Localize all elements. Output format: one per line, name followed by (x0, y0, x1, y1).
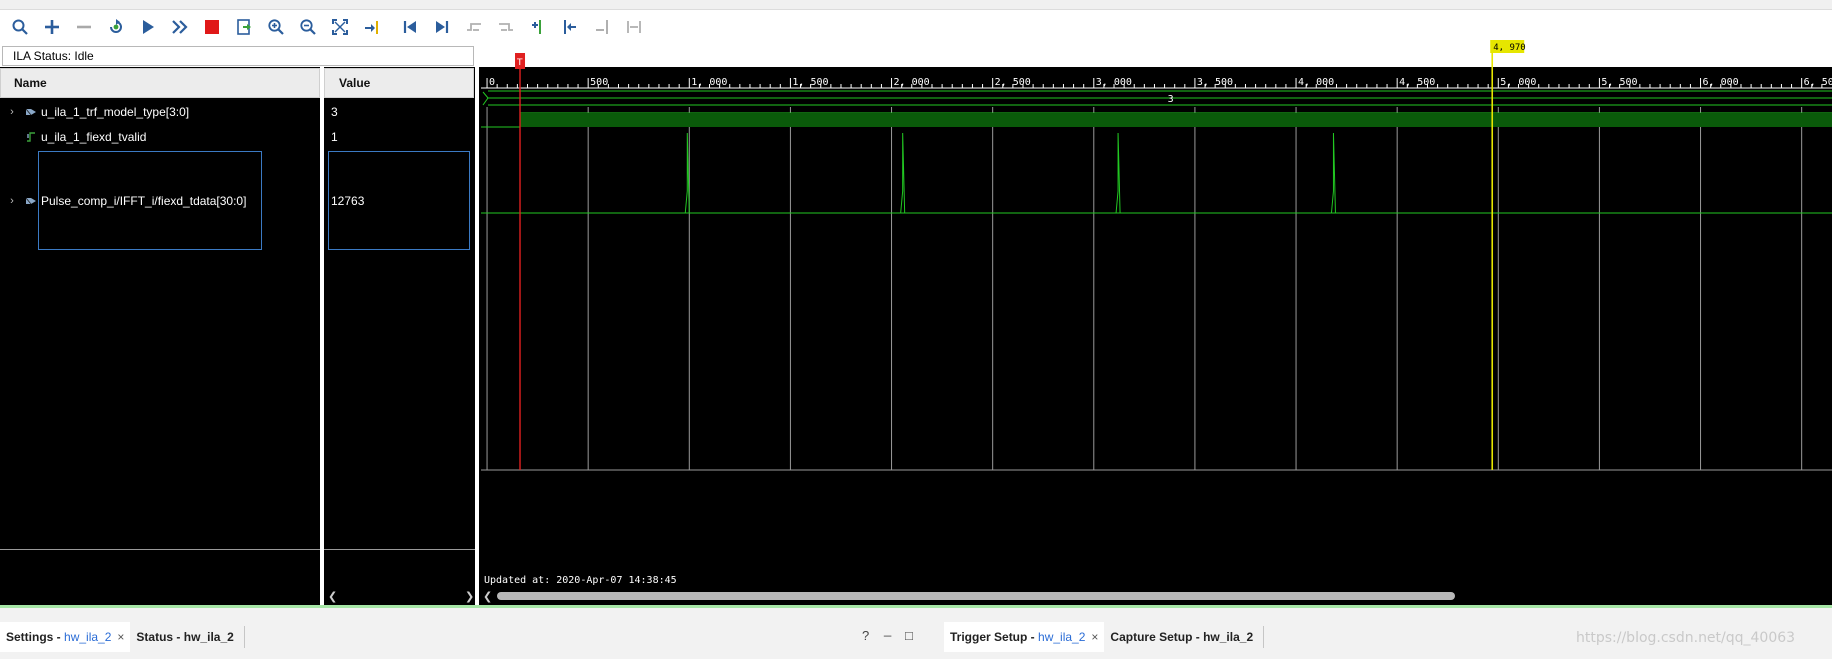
chevron-right-icon[interactable]: ❯ (465, 590, 474, 604)
previous-marker-icon[interactable] (554, 13, 586, 41)
tab-status[interactable]: Status - hw_ila_2 (130, 622, 239, 652)
ila-status: ILA Status: Idle (2, 46, 474, 66)
cursor-label: 4, 970 (1493, 43, 1526, 53)
close-icon[interactable]: × (1091, 622, 1098, 652)
left-tab-bar: Settings - hw_ila_2 × Status - hw_ila_2 (0, 622, 249, 652)
signal-row-fiexd-tvalid[interactable]: u_ila_1_fiexd_tvalid (0, 126, 146, 148)
watermark: https://blog.csdn.net/qq_40063 (1576, 630, 1796, 646)
stop-trigger-icon[interactable] (196, 13, 228, 41)
goto-cursor-icon[interactable] (356, 13, 388, 41)
maximize-icon[interactable]: □ (905, 628, 913, 643)
zoom-in-icon[interactable] (260, 13, 292, 41)
close-icon[interactable]: × (117, 622, 124, 652)
column-separator[interactable] (475, 67, 479, 605)
zoom-fit-icon[interactable] (324, 13, 356, 41)
chevron-left-icon[interactable]: ❮ (483, 590, 492, 604)
value-selection-box (328, 151, 470, 250)
remove-icon[interactable] (68, 13, 100, 41)
next-marker-icon[interactable] (586, 13, 618, 41)
minimize-icon[interactable]: _ (884, 622, 891, 637)
run-trigger-immediate-icon[interactable] (100, 13, 132, 41)
right-tab-bar: Trigger Setup - hw_ila_2 × Capture Setup… (944, 622, 1268, 652)
waveform-viewer: Name Value › u_ila_1_trf_model_type[3:0]… (0, 40, 1832, 605)
column-separator[interactable] (320, 67, 324, 605)
analog-pulse (684, 132, 690, 214)
add-icon[interactable] (36, 13, 68, 41)
zoom-out-icon[interactable] (292, 13, 324, 41)
signal-row-trf-model-type[interactable]: › u_ila_1_trf_model_type[3:0] (0, 101, 189, 123)
export-icon[interactable] (228, 13, 260, 41)
ruler-label: 0 (489, 77, 495, 88)
help-icon[interactable]: ? (862, 628, 869, 643)
analog-pulse (1330, 132, 1336, 214)
goto-time-zero-icon[interactable] (394, 13, 426, 41)
chevron-right-icon[interactable]: › (0, 101, 24, 123)
tab-trigger-setup[interactable]: Trigger Setup - hw_ila_2 × (944, 622, 1105, 652)
value-column-header[interactable]: Value (324, 68, 474, 98)
signal-value: 1 (331, 130, 338, 144)
bus-waveform-top (482, 91, 1832, 99)
waveform-scrollbar-thumb[interactable] (497, 592, 1455, 600)
bus-waveform-bottom (482, 97, 1832, 106)
run-trigger-icon[interactable] (132, 13, 164, 41)
search-icon[interactable] (4, 13, 36, 41)
chevron-right-icon[interactable]: › (0, 190, 24, 212)
bottom-panels: Settings - hw_ila_2 × Status - hw_ila_2 … (0, 608, 1832, 659)
updated-timestamp: Updated at: 2020-Apr-07 14:38:45 (484, 575, 677, 586)
waveform-toolbar (0, 10, 1832, 44)
analog-bus-icon (24, 194, 38, 208)
ruler-label: 6, 500 (1804, 77, 1832, 88)
signal-selection-box (38, 151, 262, 250)
window-top-strip (0, 0, 1832, 10)
goto-last-time-icon[interactable] (426, 13, 458, 41)
valid-high-fill (520, 113, 1832, 127)
name-column-header[interactable]: Name (0, 68, 320, 98)
bit-signal-icon (24, 130, 38, 144)
signal-name: u_ila_1_fiexd_tvalid (41, 130, 147, 144)
analog-pulse (1115, 132, 1121, 214)
chevron-left-icon[interactable]: ❮ (328, 590, 337, 604)
bus-value-label: 3 (1168, 94, 1174, 105)
run-trigger-continuous-icon[interactable] (164, 13, 196, 41)
ruler-label: 500 (590, 77, 608, 88)
waveform-canvas[interactable]: 0 500 1, 000 1, 500 2, 000 2, 500 3, 000 3, 500… (481, 40, 1832, 605)
trigger-marker-label: T (516, 58, 523, 68)
bus-icon (24, 105, 38, 119)
tab-settings[interactable]: Settings - hw_ila_2 × (0, 622, 131, 652)
signal-name: u_ila_1_trf_model_type[3:0] (41, 105, 190, 119)
swap-cursors-icon[interactable] (618, 13, 650, 41)
add-marker-icon[interactable] (522, 13, 554, 41)
previous-transition-icon[interactable] (458, 13, 490, 41)
next-transition-icon[interactable] (490, 13, 522, 41)
signal-value: 3 (331, 105, 338, 119)
analog-pulse (900, 132, 906, 214)
tab-capture-setup[interactable]: Capture Setup - hw_ila_2 (1104, 622, 1259, 652)
